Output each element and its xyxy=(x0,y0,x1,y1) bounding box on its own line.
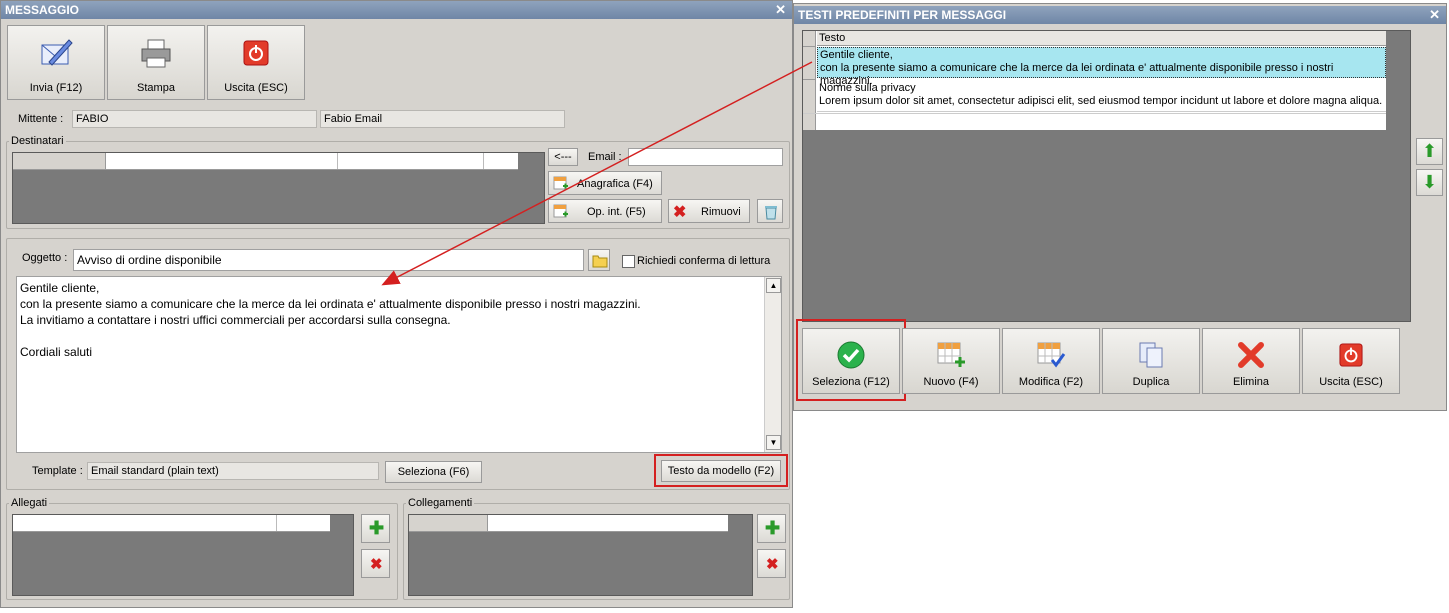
textarea-scrollbar[interactable]: ▲ ▼ xyxy=(764,277,781,452)
move-up-button[interactable]: ⬆ xyxy=(1416,138,1443,165)
testi-predefiniti-window: TESTI PREDEFINITI PER MESSAGGI ✕ Testo G… xyxy=(793,3,1447,411)
highlight-box xyxy=(654,454,788,487)
mittente-code-field: FABIO xyxy=(72,110,317,128)
allegati-grid[interactable] xyxy=(12,514,354,596)
richiedi-checkbox[interactable] xyxy=(622,255,635,268)
row-text: Lorem ipsum dolor sit amet, consectetur … xyxy=(819,95,1383,107)
table-row[interactable]: Norme sulla privacy Lorem ipsum dolor si… xyxy=(817,81,1386,112)
stampa-label: Stampa xyxy=(137,82,175,94)
add-arrow-button[interactable]: <--- xyxy=(548,148,578,166)
exit-icon xyxy=(1339,343,1363,367)
add-collegamento-button[interactable]: ✚ xyxy=(757,514,786,543)
body-line: con la presente siamo a comunicare che l… xyxy=(20,297,641,311)
scroll-down-icon[interactable]: ▼ xyxy=(766,435,781,450)
remove-allegato-button[interactable]: ✖ xyxy=(361,549,390,578)
remove-collegamento-button[interactable]: ✖ xyxy=(757,549,786,578)
seleziona-template-button[interactable]: Seleziona (F6) xyxy=(385,461,482,483)
duplica-label: Duplica xyxy=(1132,376,1170,388)
plus-icon: ✚ xyxy=(765,518,781,538)
add-allegato-button[interactable]: ✚ xyxy=(361,514,390,543)
table-edit-icon xyxy=(1037,342,1066,368)
body-line: La invitiamo a contattare i nostri uffic… xyxy=(20,313,451,327)
oggetto-label: Oggetto : xyxy=(22,252,68,264)
grid-header xyxy=(13,515,330,532)
recycle-bin-icon xyxy=(765,206,777,220)
elimina-button[interactable]: Elimina xyxy=(1202,328,1300,394)
window-title: MESSAGGIO xyxy=(1,1,792,19)
table-add-icon xyxy=(553,176,568,190)
grid-table: Testo Gentile cliente, con la presente s… xyxy=(803,31,1386,130)
close-icon[interactable]: ✕ xyxy=(1429,6,1440,24)
rimuovi-button[interactable]: ✖ Rimuovi xyxy=(668,199,750,223)
rimuovi-label: Rimuovi xyxy=(701,206,741,218)
column-header[interactable]: Testo xyxy=(817,31,1386,46)
uscita-label: Uscita (ESC) xyxy=(224,82,288,94)
folder-button[interactable] xyxy=(588,249,610,271)
mittente-label: Mittente : xyxy=(18,113,64,125)
body-line: Cordiali saluti xyxy=(20,345,93,359)
opint-button[interactable]: Op. int. (F5) xyxy=(548,199,662,223)
opint-label: Op. int. (F5) xyxy=(587,206,646,218)
table-add-icon xyxy=(937,342,965,367)
body-line: Gentile cliente, xyxy=(20,281,100,295)
invia-button[interactable]: Invia (F12) xyxy=(7,25,105,100)
red-x-icon: ✖ xyxy=(370,556,383,573)
destinatari-grid[interactable] xyxy=(12,152,545,224)
template-label: Template : xyxy=(32,465,83,477)
row-title: Gentile cliente, xyxy=(820,49,893,61)
uscita-button[interactable]: Uscita (ESC) xyxy=(207,25,305,100)
mittente-name-field: Fabio Email xyxy=(320,110,565,128)
body-line xyxy=(20,329,778,345)
email-label: Email : xyxy=(588,151,622,163)
destinatari-title: Destinatari xyxy=(9,135,66,147)
arrow-down-icon: ⬇ xyxy=(1422,172,1438,192)
table-row[interactable]: Gentile cliente, con la presente siamo a… xyxy=(817,47,1386,87)
red-x-icon: ✖ xyxy=(673,204,687,221)
oggetto-field[interactable]: Avviso di ordine disponibile xyxy=(73,249,584,271)
uscita-dialog-button[interactable]: Uscita (ESC) xyxy=(1302,328,1400,394)
row-title: Norme sulla privacy xyxy=(819,82,916,94)
dialog-title: TESTI PREDEFINITI PER MESSAGGI xyxy=(794,6,1446,24)
modifica-button[interactable]: Modifica (F2) xyxy=(1002,328,1100,394)
send-mail-icon xyxy=(41,39,73,66)
grid-header xyxy=(409,515,728,532)
uscita-dialog-label: Uscita (ESC) xyxy=(1319,376,1383,388)
nuovo-button[interactable]: Nuovo (F4) xyxy=(902,328,1000,394)
printer-icon xyxy=(141,39,171,68)
collegamenti-title: Collegamenti xyxy=(406,497,475,509)
stampa-button[interactable]: Stampa xyxy=(107,25,205,100)
email-field[interactable] xyxy=(628,148,783,166)
collegamenti-grid[interactable] xyxy=(408,514,753,596)
highlight-box xyxy=(796,319,906,401)
modifica-label: Modifica (F2) xyxy=(1018,376,1084,388)
clear-button[interactable] xyxy=(757,199,783,223)
invia-label: Invia (F12) xyxy=(29,82,83,94)
anagrafica-label: Anagrafica (F4) xyxy=(577,178,653,190)
nuovo-label: Nuovo (F4) xyxy=(923,376,979,388)
close-icon[interactable]: ✕ xyxy=(775,1,786,19)
message-body-textarea[interactable]: Gentile cliente, con la presente siamo a… xyxy=(16,276,782,453)
delete-icon xyxy=(1238,342,1264,368)
scroll-up-icon[interactable]: ▲ xyxy=(766,278,781,293)
anagrafica-button[interactable]: Anagrafica (F4) xyxy=(548,171,662,195)
allegati-title: Allegati xyxy=(9,497,50,509)
richiedi-label: Richiedi conferma di lettura xyxy=(637,255,771,267)
plus-icon: ✚ xyxy=(369,518,385,538)
grid-header xyxy=(13,153,518,170)
exit-icon xyxy=(243,40,269,66)
template-field: Email standard (plain text) xyxy=(87,462,379,480)
duplica-button[interactable]: Duplica xyxy=(1102,328,1200,394)
table-add-icon xyxy=(553,204,568,218)
testi-grid[interactable]: Testo Gentile cliente, con la presente s… xyxy=(802,30,1411,322)
duplicate-icon xyxy=(1139,342,1163,368)
folder-icon xyxy=(592,255,608,268)
red-x-icon: ✖ xyxy=(766,556,779,573)
arrow-up-icon: ⬆ xyxy=(1422,141,1438,161)
messaggio-window: MESSAGGIO ✕ Invia (F12) Stampa Uscita (E… xyxy=(0,0,793,608)
move-down-button[interactable]: ⬇ xyxy=(1416,169,1443,196)
elimina-label: Elimina xyxy=(1232,376,1270,388)
